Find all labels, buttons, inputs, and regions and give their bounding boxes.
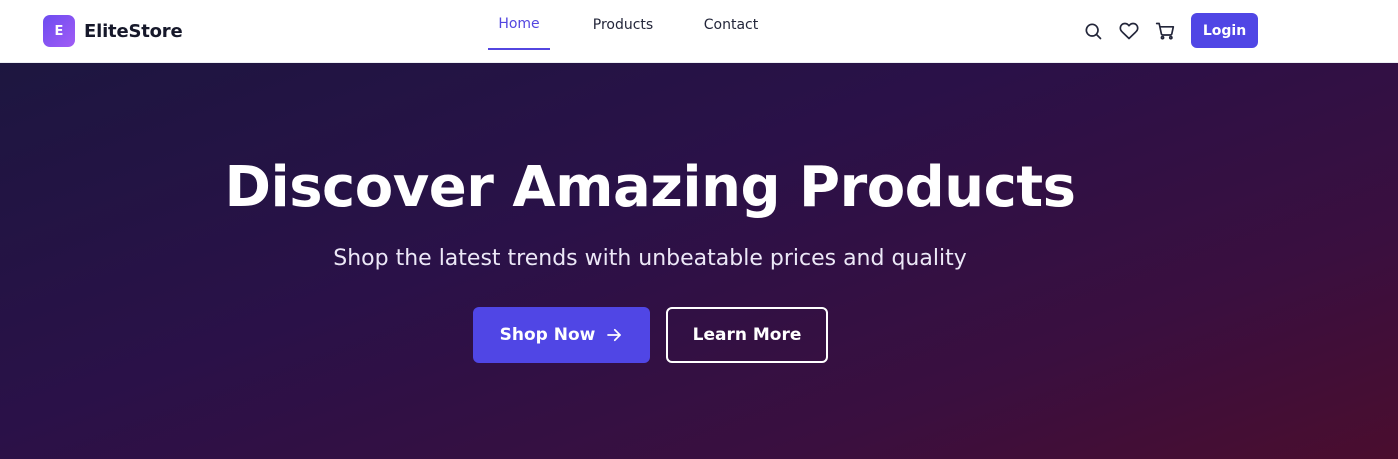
nav-link-products[interactable]: Products (586, 0, 660, 50)
hero-title: Discover Amazing Products (224, 155, 1076, 220)
heart-icon (1119, 22, 1139, 40)
cart-icon (1155, 22, 1175, 40)
shop-now-button[interactable]: Shop Now (473, 307, 650, 363)
hero-subtitle: Shop the latest trends with unbeatable p… (333, 246, 967, 271)
navbar: E EliteStore Home Products Contact Login (0, 0, 1398, 63)
learn-more-button[interactable]: Learn More (666, 307, 828, 363)
cart-button[interactable] (1153, 19, 1177, 43)
hero-section: Discover Amazing Products Shop the lates… (0, 63, 1398, 459)
login-button[interactable]: Login (1191, 13, 1258, 48)
search-icon (1085, 23, 1102, 40)
nav-link-contact[interactable]: Contact (698, 0, 764, 50)
brand-logo: E (43, 15, 75, 47)
nav-link-home[interactable]: Home (488, 0, 550, 50)
shop-now-label: Shop Now (499, 325, 596, 345)
brand-name: EliteStore (84, 20, 183, 42)
wishlist-button[interactable] (1117, 19, 1141, 43)
arrow-right-icon (607, 328, 622, 342)
search-button[interactable] (1081, 19, 1105, 43)
brand[interactable]: E EliteStore (43, 15, 183, 47)
